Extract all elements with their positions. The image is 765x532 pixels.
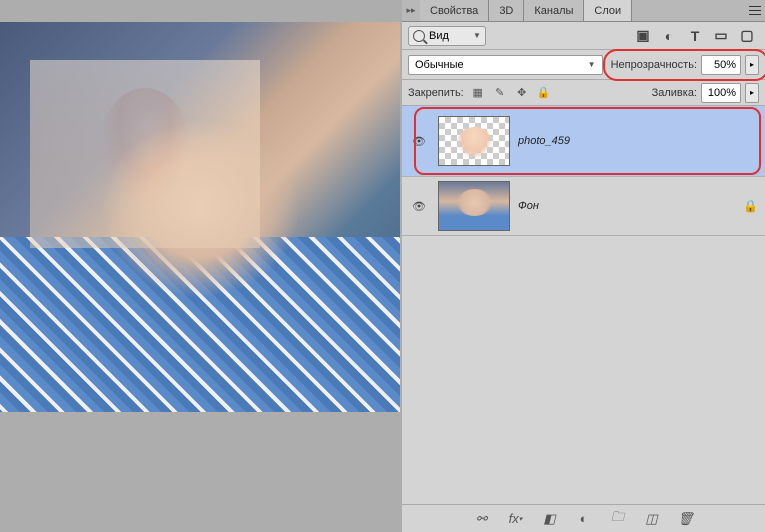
panel-menu-button[interactable]	[745, 0, 765, 21]
filter-smart-icon[interactable]: ▢	[739, 28, 755, 44]
blend-mode-value: Обычные	[415, 59, 464, 71]
lock-fill-row: Закрепить: ▦ ✎ ✥ 🔒 Заливка: 100% ▸	[402, 80, 765, 106]
collapse-panel-icon[interactable]: ▸▸	[402, 0, 420, 21]
group-icon[interactable]: 🗀	[609, 510, 627, 528]
layer-item-background[interactable]: 👁 Фон 🔒	[402, 177, 765, 236]
mask-icon[interactable]: ◧	[541, 510, 559, 528]
panel-tabs: ▸▸ Свойства 3D Каналы Слои	[402, 0, 765, 22]
new-layer-icon[interactable]: ◫	[643, 510, 661, 528]
filter-type-icon[interactable]: T	[687, 28, 703, 44]
eye-icon: 👁	[412, 200, 426, 213]
tab-3d[interactable]: 3D	[489, 0, 524, 21]
layer-item-photo459[interactable]: 👁 photo_459	[402, 106, 765, 177]
lock-paint-icon[interactable]: ✎	[492, 85, 508, 101]
filter-shape-icon[interactable]: ▭	[713, 28, 729, 44]
fill-dropdown-button[interactable]: ▸	[745, 83, 759, 103]
lock-label: Закрепить:	[408, 87, 464, 99]
layer-name-label[interactable]: photo_459	[518, 135, 759, 147]
chevron-down-icon: ▼	[473, 31, 481, 40]
fill-label: Заливка:	[652, 87, 697, 99]
visibility-toggle[interactable]: 👁	[408, 135, 430, 148]
chevron-down-icon: ▼	[588, 60, 596, 69]
filter-toolbar: Вид ▼ ▣ ◐ T ▭ ▢	[402, 22, 765, 50]
blend-mode-select[interactable]: Обычные ▼	[408, 55, 603, 75]
fx-icon[interactable]: fx▾	[507, 510, 525, 528]
canvas-background-image[interactable]	[0, 22, 400, 412]
blend-opacity-row: Обычные ▼ Непрозрачность: 50% ▸	[402, 50, 765, 80]
canvas-area[interactable]	[0, 0, 402, 532]
layer-name-label[interactable]: Фон	[518, 200, 735, 212]
lock-all-icon[interactable]: 🔒	[536, 85, 552, 101]
layers-bottom-toolbar: ⚯ fx▾ ◧ ◐ 🗀 ◫ 🗑	[402, 504, 765, 532]
eye-icon: 👁	[412, 135, 426, 148]
layers-panel: ▸▸ Свойства 3D Каналы Слои Вид ▼ ▣ ◐ T ▭…	[402, 0, 765, 532]
lock-move-icon[interactable]: ✥	[514, 85, 530, 101]
tab-properties[interactable]: Свойства	[420, 0, 489, 21]
tab-layers[interactable]: Слои	[584, 0, 632, 21]
search-icon	[413, 30, 425, 42]
adjustment-layer-icon[interactable]: ◐	[575, 510, 593, 528]
opacity-input[interactable]: 50%	[701, 55, 741, 75]
layer-filter-select[interactable]: Вид ▼	[408, 26, 486, 46]
layers-list: 👁 photo_459 👁 Фон 🔒	[402, 106, 765, 236]
opacity-dropdown-button[interactable]: ▸	[745, 55, 759, 75]
trash-icon[interactable]: 🗑	[677, 510, 695, 528]
menu-icon	[749, 6, 761, 15]
link-layers-icon[interactable]: ⚯	[473, 510, 491, 528]
lock-transparency-icon[interactable]: ▦	[470, 85, 486, 101]
tab-channels[interactable]: Каналы	[524, 0, 584, 21]
opacity-label: Непрозрачность:	[611, 59, 697, 71]
overlay-layer-image[interactable]	[30, 60, 260, 248]
opacity-control: Непрозрачность: 50% ▸	[611, 55, 759, 75]
visibility-toggle[interactable]: 👁	[408, 200, 430, 213]
layer-thumbnail[interactable]	[438, 181, 510, 231]
filter-adjustment-icon[interactable]: ◐	[661, 28, 677, 44]
layer-thumbnail[interactable]	[438, 116, 510, 166]
fill-control: Заливка: 100% ▸	[652, 83, 759, 103]
lock-indicator-icon: 🔒	[743, 199, 759, 213]
filter-image-icon[interactable]: ▣	[635, 28, 651, 44]
filter-label: Вид	[429, 30, 469, 42]
fill-input[interactable]: 100%	[701, 83, 741, 103]
